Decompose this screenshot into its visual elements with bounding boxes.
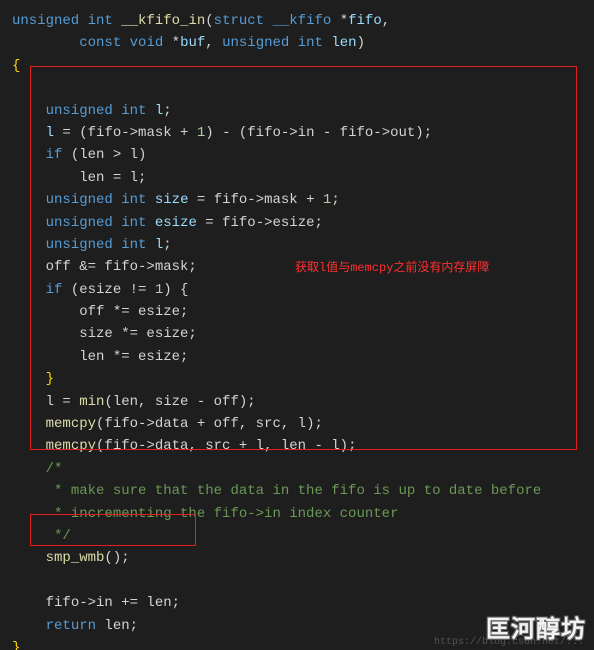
- struct-name: __kfifo: [273, 13, 332, 29]
- kw-if: if: [46, 147, 63, 163]
- var-esize: esize: [155, 215, 197, 231]
- comment-line: * incrementing the fifo->in index counte…: [46, 506, 399, 522]
- fn-min: min: [79, 394, 104, 410]
- watermark-text: 匡河醇坊: [486, 609, 586, 644]
- stmt-in-plus: fifo->in += len;: [46, 595, 180, 611]
- fn-smp-wmb: smp_wmb: [46, 550, 105, 566]
- param-fifo: fifo: [348, 13, 382, 29]
- param-len: len: [331, 35, 356, 51]
- kw-struct: struct: [214, 13, 264, 29]
- stmt-off-mask: off &= fifo->mask;: [46, 259, 197, 275]
- comment-close: */: [46, 528, 71, 544]
- open-brace: {: [12, 58, 20, 74]
- close-brace: }: [12, 640, 20, 650]
- var-l: l: [155, 103, 163, 119]
- comment-line: * make sure that the data in the fifo is…: [46, 483, 542, 499]
- fn-memcpy: memcpy: [46, 438, 96, 454]
- comment-open: /*: [46, 461, 63, 477]
- kw-return: return: [46, 618, 96, 634]
- var-size: size: [155, 192, 189, 208]
- param-buf: buf: [180, 35, 205, 51]
- code-block: unsigned int __kfifo_in(struct __kfifo *…: [0, 0, 594, 650]
- fn-name: __kfifo_in: [121, 13, 205, 29]
- kw-unsigned: unsigned: [12, 13, 79, 29]
- kw-int: int: [88, 13, 113, 29]
- fn-memcpy: memcpy: [46, 416, 96, 432]
- annotation-text: 获取l值与memcpy之前没有内存屏障: [295, 258, 489, 275]
